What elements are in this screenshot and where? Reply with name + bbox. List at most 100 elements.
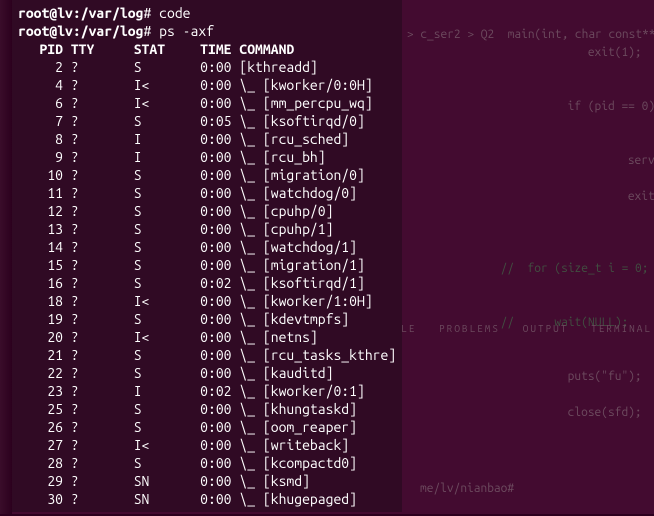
proc-tty: ?: [71, 364, 126, 382]
proc-stat: I<: [134, 436, 179, 454]
header-time: TIME: [187, 40, 232, 58]
proc-command: \_ [watchdog/0]: [239, 185, 357, 201]
proc-pid: 10: [18, 166, 63, 184]
proc-time: 0:00: [187, 328, 232, 346]
proc-tty: ?: [71, 238, 126, 256]
proc-command: \_ [rcu_tasks_kthre]: [239, 347, 396, 363]
proc-stat: S: [134, 400, 179, 418]
proc-time: 0:00: [187, 184, 232, 202]
proc-pid: 9: [18, 148, 63, 166]
process-list: 2 ? S 0:00 [kthreadd]4 ? I< 0:00 \_ [kwo…: [18, 58, 396, 508]
process-row: 14 ? S 0:00 \_ [watchdog/1]: [18, 238, 396, 256]
bg-code-line: exit(0);: [480, 188, 654, 206]
proc-pid: 13: [18, 220, 63, 238]
path: /var/log: [81, 5, 144, 21]
process-row: 23 ? I 0:02 \_ [kworker/0:1]: [18, 382, 396, 400]
proc-stat: S: [134, 58, 179, 76]
process-row: 22 ? S 0:00 \_ [kauditd]: [18, 364, 396, 382]
process-row: 25 ? S 0:00 \_ [khungtaskd]: [18, 400, 396, 418]
proc-stat: I<: [134, 328, 179, 346]
process-row: 28 ? S 0:00 \_ [kcompactd0]: [18, 454, 396, 472]
process-row: 8 ? I 0:00 \_ [rcu_sched]: [18, 130, 396, 148]
bg-terminal-path: me/lv/nianbao#: [420, 480, 654, 498]
proc-tty: ?: [71, 94, 126, 112]
proc-command: \_ [ksoftirqd/1]: [239, 275, 364, 291]
proc-stat: S: [134, 202, 179, 220]
prompt-line-1: root@lv:/var/log# code: [18, 4, 396, 22]
process-row: 13 ? S 0:00 \_ [cpuhp/1]: [18, 220, 396, 238]
proc-time: 0:00: [187, 148, 232, 166]
proc-time: 0:00: [187, 436, 232, 454]
terminal-window[interactable]: root@lv:/var/log# code root@lv:/var/log#…: [12, 0, 402, 512]
process-row: 21 ? S 0:00 \_ [rcu_tasks_kthre]: [18, 346, 396, 364]
proc-stat: I: [134, 148, 179, 166]
proc-time: 0:05: [187, 112, 232, 130]
proc-stat: SN: [134, 490, 179, 508]
process-row: 27 ? I< 0:00 \_ [writeback]: [18, 436, 396, 454]
proc-pid: 29: [18, 472, 63, 490]
process-row: 4 ? I< 0:00 \_ [kworker/0:0H]: [18, 76, 396, 94]
proc-time: 0:00: [187, 310, 232, 328]
proc-pid: 14: [18, 238, 63, 256]
proc-tty: ?: [71, 292, 126, 310]
proc-time: 0:00: [187, 220, 232, 238]
proc-command: \_ [writeback]: [239, 437, 349, 453]
proc-tty: ?: [71, 274, 126, 292]
bg-code-line: // for (size_t i = 0; i: [420, 260, 654, 278]
proc-stat: S: [134, 346, 179, 364]
proc-stat: S: [134, 220, 179, 238]
proc-command: \_ [netns]: [239, 329, 317, 345]
process-row: 10 ? S 0:00 \_ [migration/0]: [18, 166, 396, 184]
proc-pid: 23: [18, 382, 63, 400]
proc-tty: ?: [71, 346, 126, 364]
proc-command: \_ [rcu_bh]: [239, 149, 325, 165]
proc-time: 0:00: [187, 58, 232, 76]
proc-time: 0:00: [187, 346, 232, 364]
proc-time: 0:00: [187, 472, 232, 490]
process-row: 2 ? S 0:00 [kthreadd]: [18, 58, 396, 76]
process-row: 16 ? S 0:02 \_ [ksoftirqd/1]: [18, 274, 396, 292]
proc-time: 0:02: [187, 274, 232, 292]
proc-pid: 12: [18, 202, 63, 220]
proc-stat: S: [134, 310, 179, 328]
proc-stat: S: [134, 166, 179, 184]
bg-code-line: tcp > c_ser2 > Q2 main(int, char const**…: [380, 28, 654, 41]
proc-stat: S: [134, 112, 179, 130]
proc-pid: 11: [18, 184, 63, 202]
proc-command: \_ [kdevtmpfs]: [239, 311, 349, 327]
bg-code-line: if (pid == 0): [440, 98, 654, 116]
user-host: root@lv:: [18, 5, 81, 21]
proc-command: \_ [cpuhp/0]: [239, 203, 333, 219]
proc-tty: ?: [71, 166, 126, 184]
proc-stat: S: [134, 256, 179, 274]
bg-code-line: server_loop(sfd);: [480, 152, 654, 170]
proc-pid: 15: [18, 256, 63, 274]
process-row: 30 ? SN 0:00 \_ [khugepaged]: [18, 490, 396, 508]
process-row: 15 ? S 0:00 \_ [migration/1]: [18, 256, 396, 274]
proc-tty: ?: [71, 130, 126, 148]
proc-command: \_ [cpuhp/1]: [239, 221, 333, 237]
proc-time: 0:00: [187, 238, 232, 256]
proc-command: \_ [oom_reaper]: [239, 419, 357, 435]
path: /var/log: [81, 23, 144, 39]
proc-command: \_ [ksoftirqd/0]: [239, 113, 364, 129]
proc-command: \_ [rcu_sched]: [239, 131, 349, 147]
proc-stat: I: [134, 382, 179, 400]
proc-tty: ?: [71, 256, 126, 274]
proc-stat: S: [134, 364, 179, 382]
proc-pid: 2: [18, 58, 63, 76]
proc-command: [kthreadd]: [239, 59, 317, 75]
proc-stat: S: [134, 238, 179, 256]
proc-tty: ?: [71, 454, 126, 472]
proc-pid: 21: [18, 346, 63, 364]
proc-time: 0:02: [187, 382, 232, 400]
proc-command: \_ [migration/1]: [239, 257, 364, 273]
panel-tabs: CONSOLE PROBLEMS OUTPUT TERMINAL: [363, 320, 652, 338]
proc-pid: 22: [18, 364, 63, 382]
proc-pid: 26: [18, 418, 63, 436]
proc-pid: 6: [18, 94, 63, 112]
header-stat: STAT: [134, 40, 179, 58]
proc-pid: 18: [18, 292, 63, 310]
process-row: 20 ? I< 0:00 \_ [netns]: [18, 328, 396, 346]
prompt-symbol: #: [143, 23, 151, 39]
